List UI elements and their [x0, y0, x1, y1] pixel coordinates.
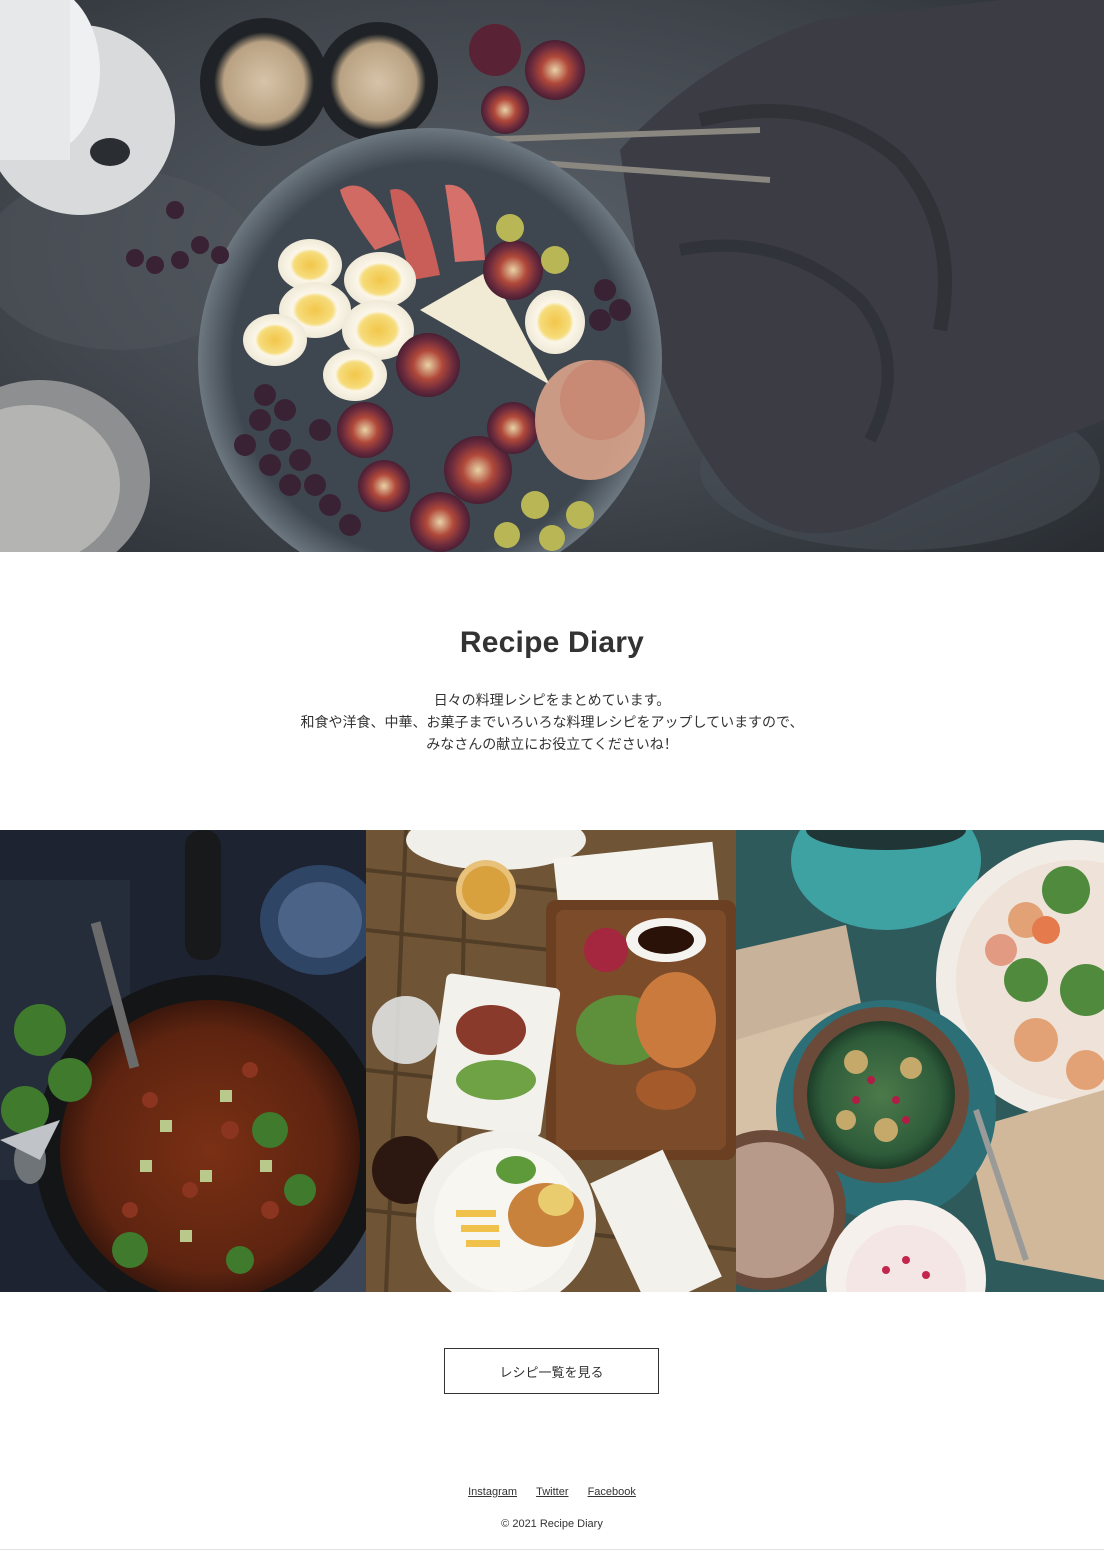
gallery-photo-chili [0, 830, 366, 1292]
social-links: Instagram Twitter Facebook [0, 1486, 1104, 1498]
hero-image [0, 0, 1104, 552]
site-title: Recipe Diary [459, 626, 645, 659]
hero-food-photo [0, 0, 1104, 552]
site-description: 日々の料理レシピをまとめています。 和食や洋食、中華、お菓子までいろいろな料理レ… [0, 689, 1104, 755]
footer-divider [0, 1549, 1104, 1550]
intro-section: Recipe Diary 日々の料理レシピをまとめています。 和食や洋食、中華、… [0, 552, 1104, 830]
view-recipes-button[interactable]: レシピ一覧を見る [444, 1348, 659, 1394]
instagram-link[interactable]: Instagram [468, 1486, 517, 1498]
facebook-link[interactable]: Facebook [588, 1486, 636, 1498]
description-line: みなさんの献立にお役立てくださいね！ [426, 736, 678, 752]
gallery-photo-dips [736, 830, 1104, 1292]
twitter-link[interactable]: Twitter [536, 1486, 568, 1498]
copyright: © 2021 Recipe Diary [501, 1518, 603, 1530]
photo-gallery [0, 830, 1104, 1292]
gallery-photo-roast [366, 830, 736, 1292]
description-line: 日々の料理レシピをまとめています。 [433, 692, 671, 708]
description-line: 和食や洋食、中華、お菓子までいろいろな料理レシピをアップしていますので、 [300, 714, 804, 730]
